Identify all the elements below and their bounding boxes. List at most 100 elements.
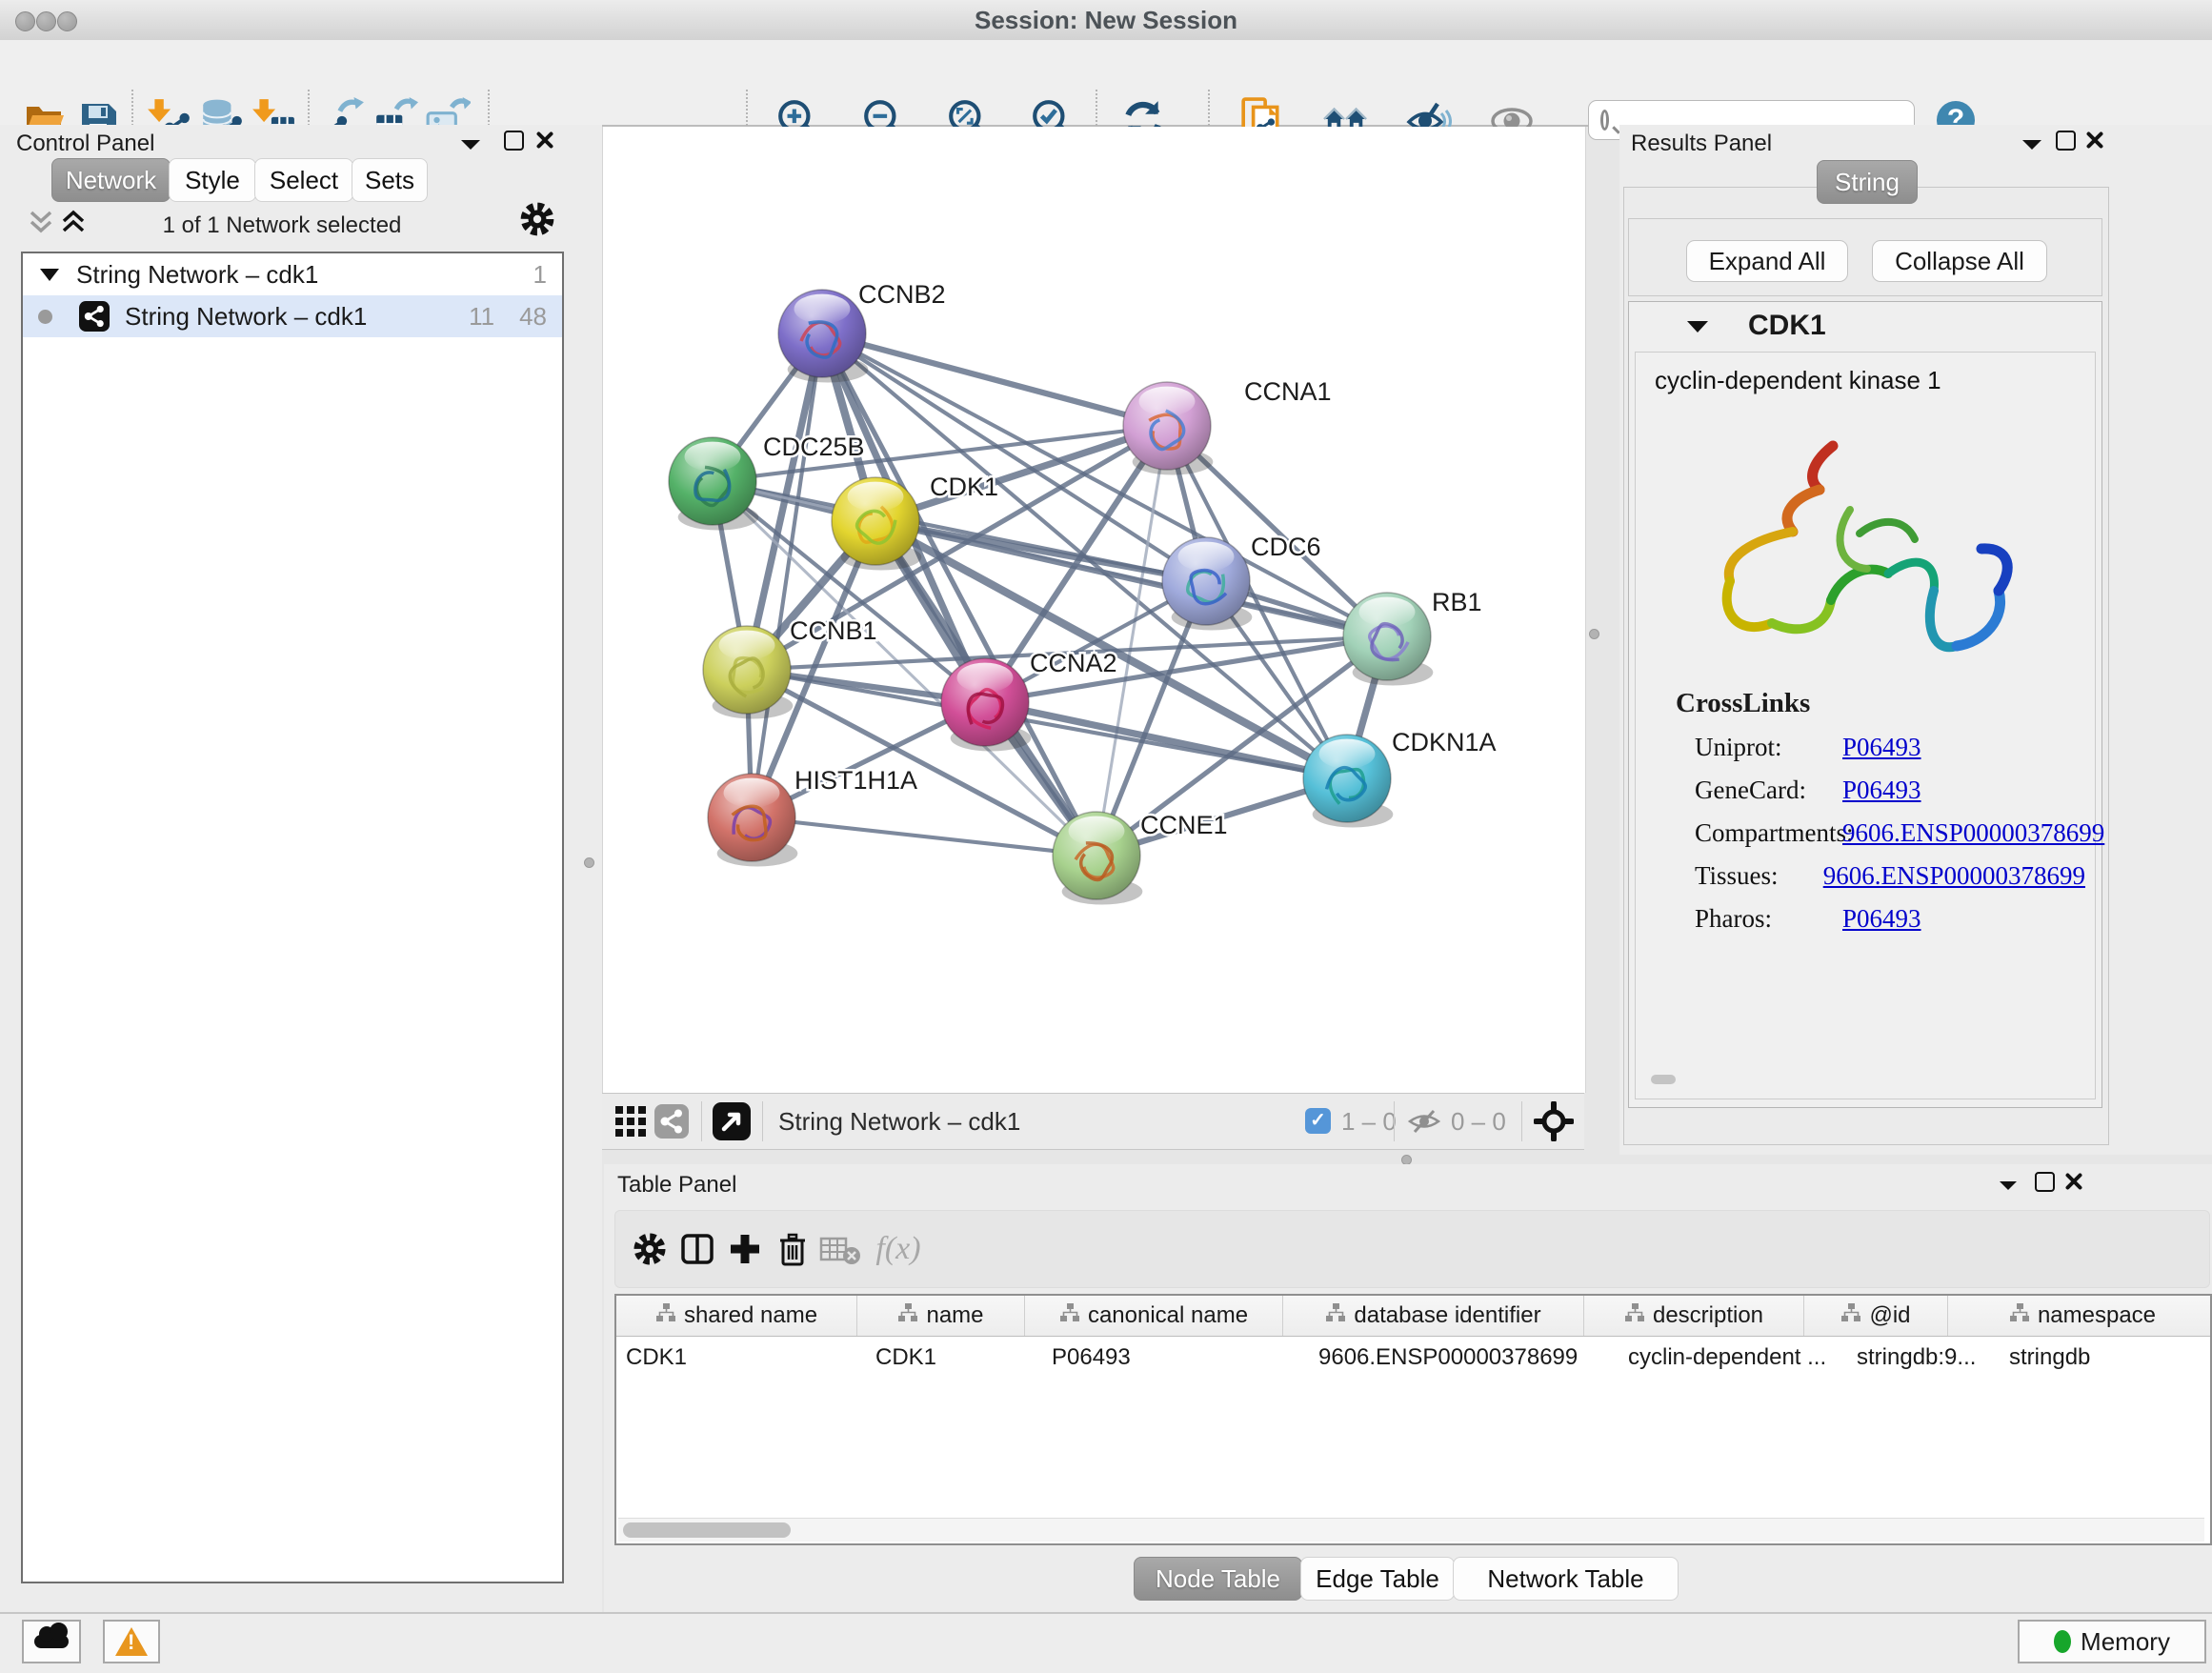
left-splitter-handle[interactable] <box>584 857 594 868</box>
edge-count: 48 <box>519 302 547 332</box>
network-node-HIST1H1A[interactable] <box>708 774 797 867</box>
column-header-label: shared name <box>684 1302 817 1329</box>
table-row[interactable]: CDK1CDK1P064939606.ENSP00000378699cyclin… <box>616 1337 2210 1379</box>
crosslink-link[interactable]: P06493 <box>1842 733 1921 762</box>
results-panel-close-icon[interactable] <box>2086 131 2103 153</box>
results-panel-float-icon[interactable] <box>2056 131 2076 151</box>
crosslink-link[interactable]: 9606.ENSP00000378699 <box>1823 861 2085 891</box>
tab-network[interactable]: Network <box>51 158 171 202</box>
network-node-CCNB1[interactable] <box>703 626 793 719</box>
network-edge[interactable] <box>752 333 822 817</box>
memory-label: Memory <box>2081 1627 2170 1657</box>
warnings-button[interactable] <box>103 1620 160 1663</box>
table-cell[interactable]: cyclin-dependent ... <box>1619 1337 1847 1379</box>
detach-view-icon[interactable] <box>713 1102 751 1145</box>
entry-collapse-icon[interactable] <box>1686 319 1709 339</box>
network-edge[interactable] <box>752 817 1096 856</box>
table-scrollbar-thumb[interactable] <box>623 1522 791 1538</box>
network-node-CDK1[interactable] <box>832 477 921 571</box>
table-settings-gear-icon[interactable] <box>627 1222 673 1276</box>
network-node-CDC6[interactable] <box>1162 537 1252 631</box>
network-collection-row[interactable]: String Network – cdk1 1 <box>23 253 562 295</box>
network-node-CCNA2[interactable] <box>941 658 1031 752</box>
current-network-bullet <box>38 310 52 324</box>
network-share-badge-icon[interactable] <box>654 1104 689 1143</box>
network-edge[interactable] <box>1096 426 1167 856</box>
table-horizontal-scrollbar[interactable] <box>618 1518 2204 1542</box>
network-options-gear-icon[interactable] <box>517 199 557 244</box>
crosslink-row: Tissues:9606.ENSP00000378699 <box>1695 855 2085 897</box>
collapse-all-button[interactable]: Collapse All <box>1872 240 2047 282</box>
tab-sets[interactable]: Sets <box>352 158 428 202</box>
column-header-name[interactable]: name <box>857 1296 1025 1336</box>
tab-style[interactable]: Style <box>169 158 256 202</box>
hidden-node-edge-counts: 0 – 0 <box>1451 1107 1506 1137</box>
right-splitter-handle[interactable] <box>1589 629 1599 639</box>
results-panel: Results Panel String Expand All Collapse… <box>1619 125 2212 1155</box>
table-panel-collapse-icon[interactable] <box>1999 1179 2018 1197</box>
cloud-status-button[interactable] <box>22 1620 81 1663</box>
collection-count: 1 <box>533 260 547 290</box>
table-panel-close-icon[interactable] <box>2065 1173 2082 1195</box>
table-cell[interactable]: P06493 <box>1042 1337 1309 1379</box>
delete-column-trash-icon[interactable] <box>770 1222 815 1276</box>
network-node-RB1[interactable] <box>1343 593 1433 686</box>
tab-network-table[interactable]: Network Table <box>1453 1557 1679 1601</box>
expand-all-button[interactable]: Expand All <box>1686 240 1848 282</box>
control-panel-collapse-icon[interactable] <box>460 138 481 156</box>
table-body: CDK1CDK1P064939606.ENSP00000378699cyclin… <box>616 1337 2210 1379</box>
control-panel-float-icon[interactable] <box>504 131 524 151</box>
tab-node-table[interactable]: Node Table <box>1134 1557 1302 1601</box>
node-label-CCNB2: CCNB2 <box>858 280 946 309</box>
network-node-CDC25B[interactable] <box>669 437 758 531</box>
node-label-HIST1H1A: HIST1H1A <box>794 766 917 795</box>
network-node-CCNA1[interactable] <box>1123 382 1213 475</box>
string-results-container: Expand All Collapse All CDK1 cyclin-depe… <box>1623 187 2109 1145</box>
network-edge[interactable] <box>747 670 1096 856</box>
column-header-label: database identifier <box>1354 1302 1540 1329</box>
entry-gene-name: CDK1 <box>1748 310 1826 342</box>
table-panel-float-icon[interactable] <box>2035 1172 2055 1192</box>
cloud-icon <box>34 1635 69 1648</box>
grid-view-icon[interactable] <box>614 1105 647 1142</box>
selected-checkbox-icon[interactable]: ✓ <box>1305 1108 1331 1134</box>
column-header-description[interactable]: description <box>1584 1296 1804 1336</box>
table-cell[interactable]: stringdb <box>2000 1337 2212 1379</box>
node-table: shared name namecanonical name database id… <box>614 1294 2212 1545</box>
table-cell[interactable]: 9606.ENSP00000378699 <box>1309 1337 1619 1379</box>
column-header-database-identifier[interactable]: database identifier <box>1283 1296 1584 1336</box>
netbar-separator <box>1521 1101 1522 1141</box>
tree-expand-icon[interactable] <box>40 269 59 281</box>
crosslink-link[interactable]: P06493 <box>1842 904 1921 934</box>
node-label-CDKN1A: CDKN1A <box>1392 728 1497 756</box>
memory-button[interactable]: Memory <box>2018 1620 2206 1663</box>
results-panel-collapse-icon[interactable] <box>2021 138 2042 156</box>
control-panel-close-icon[interactable] <box>536 131 553 153</box>
table-cell[interactable]: stringdb:9... <box>1847 1337 2000 1379</box>
column-header-label: @id <box>1869 1302 1910 1329</box>
tab-string[interactable]: String <box>1817 160 1918 204</box>
crosslink-label: Compartments: <box>1695 818 1842 848</box>
show-columns-icon[interactable] <box>674 1222 720 1276</box>
crosslink-link[interactable]: P06493 <box>1842 776 1921 805</box>
crosslink-link[interactable]: 9606.ENSP00000378699 <box>1842 818 2104 848</box>
results-scrollbar-thumb[interactable] <box>1651 1075 1676 1084</box>
column-header-shared-name[interactable]: shared name <box>616 1296 857 1336</box>
column-header-id[interactable]: @id <box>1804 1296 1948 1336</box>
network-node-CDKN1A[interactable] <box>1303 735 1393 828</box>
table-cell[interactable]: CDK1 <box>616 1337 866 1379</box>
table-cell[interactable]: CDK1 <box>866 1337 1042 1379</box>
hidden-eye-icon[interactable] <box>1407 1109 1441 1139</box>
tab-select[interactable]: Select <box>254 158 353 202</box>
column-header-canonical-name[interactable]: canonical name <box>1025 1296 1283 1336</box>
table-header-row: shared name namecanonical name database id… <box>616 1296 2210 1337</box>
network-canvas[interactable]: CCNB2CCNA1CDC25BCDK1CDC6RB1CCNB1CCNA2CDK… <box>602 127 1586 1093</box>
column-header-namespace[interactable]: namespace <box>1948 1296 2212 1336</box>
add-column-icon[interactable] <box>722 1222 768 1276</box>
fit-content-crosshair-icon[interactable] <box>1534 1101 1574 1146</box>
tab-edge-table[interactable]: Edge Table <box>1300 1557 1455 1601</box>
entry-detail-box: cyclin-dependent kinase 1 <box>1635 352 2096 1099</box>
network-node-CCNB2[interactable] <box>778 290 868 383</box>
network-node-CCNE1[interactable] <box>1053 812 1142 905</box>
network-row[interactable]: String Network – cdk1 11 48 <box>23 295 562 337</box>
